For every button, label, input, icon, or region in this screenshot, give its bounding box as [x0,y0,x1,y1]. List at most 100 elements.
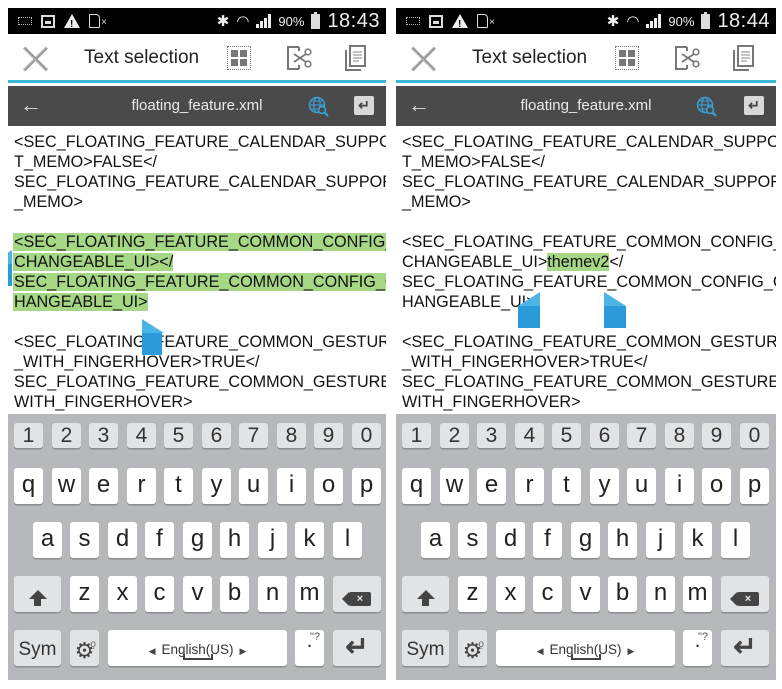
copy-icon[interactable] [344,44,368,72]
settings-voice-key[interactable]: ⚙ ··ǫ [70,630,99,666]
key-9[interactable]: 9 [702,423,731,448]
space-bar[interactable]: ◀ English(US) ▶ [108,630,287,666]
key-8[interactable]: 8 [665,423,694,448]
go-enter-icon[interactable]: ↵ [354,96,374,115]
close-icon[interactable] [410,46,436,72]
key-b[interactable]: b [220,576,249,612]
key-c[interactable]: c [533,576,562,612]
key-l[interactable]: l [333,522,362,558]
key-u[interactable]: u [239,468,268,504]
select-all-icon[interactable] [227,46,251,70]
key-w[interactable]: w [440,468,469,504]
key-e[interactable]: e [89,468,118,504]
key-0[interactable]: 0 [740,423,769,448]
go-enter-icon[interactable]: ↵ [744,96,764,115]
cut-icon[interactable] [286,45,312,71]
key-4[interactable]: 4 [127,423,156,448]
key-4[interactable]: 4 [515,423,544,448]
key-m[interactable]: m [683,576,712,612]
key-x[interactable]: x [108,576,137,612]
key-a[interactable]: a [33,522,62,558]
key-h[interactable]: h [608,522,637,558]
key-o[interactable]: o [702,468,731,504]
key-2[interactable]: 2 [440,423,469,448]
selection-end-handle[interactable] [142,319,164,355]
web-search-icon[interactable] [696,96,718,118]
key-q[interactable]: q [402,468,431,504]
selection-start-handle[interactable] [8,250,12,286]
key-1[interactable]: 1 [402,423,431,448]
key-u[interactable]: u [627,468,656,504]
key-m[interactable]: m [295,576,324,612]
key-3[interactable]: 3 [89,423,118,448]
key-n[interactable]: n [258,576,287,612]
xml-text-content[interactable]: <SEC_FLOATING_FEATURE_CALENDAR_SUPPOR T_… [8,126,386,414]
backspace-key[interactable]: × [721,576,769,612]
key-p[interactable]: p [352,468,381,504]
enter-key[interactable]: ↵ [721,630,769,666]
key-o[interactable]: o [314,468,343,504]
key-s[interactable]: s [458,522,487,558]
key-g[interactable]: g [183,522,212,558]
key-e[interactable]: e [477,468,506,504]
sym-key[interactable]: Sym [14,630,61,666]
key-i[interactable]: i [277,468,306,504]
key-v[interactable]: v [183,576,212,612]
key-g[interactable]: g [571,522,600,558]
key-k[interactable]: k [295,522,324,558]
key-c[interactable]: c [145,576,174,612]
key-s[interactable]: s [70,522,99,558]
selection-end-handle[interactable] [604,292,626,328]
web-search-icon[interactable] [308,96,330,118]
key-r[interactable]: r [515,468,544,504]
key-5[interactable]: 5 [164,423,193,448]
shift-key[interactable] [402,576,449,612]
key-a[interactable]: a [421,522,450,558]
selection-start-handle[interactable] [518,292,540,328]
key-6[interactable]: 6 [590,423,619,448]
key-b[interactable]: b [608,576,637,612]
key-9[interactable]: 9 [314,423,343,448]
key-z[interactable]: z [70,576,99,612]
key-1[interactable]: 1 [14,423,43,448]
key-3[interactable]: 3 [477,423,506,448]
key-j[interactable]: j [258,522,287,558]
key-j[interactable]: j [646,522,675,558]
backspace-key[interactable]: × [333,576,381,612]
key-y[interactable]: y [202,468,231,504]
key-f[interactable]: f [533,522,562,558]
key-0[interactable]: 0 [352,423,381,448]
enter-key[interactable]: ↵ [333,630,381,666]
xml-text-content[interactable]: <SEC_FLOATING_FEATURE_CALENDAR_SUPPOR T_… [396,126,776,414]
key-2[interactable]: 2 [52,423,81,448]
key-n[interactable]: n [646,576,675,612]
key-w[interactable]: w [52,468,81,504]
period-key[interactable]: "? . [295,630,324,666]
key-l[interactable]: l [721,522,750,558]
key-t[interactable]: t [552,468,581,504]
settings-voice-key[interactable]: ⚙ ··ǫ [458,630,487,666]
key-f[interactable]: f [145,522,174,558]
key-r[interactable]: r [127,468,156,504]
key-x[interactable]: x [496,576,525,612]
cut-icon[interactable] [674,45,700,71]
key-7[interactable]: 7 [627,423,656,448]
key-i[interactable]: i [665,468,694,504]
space-bar[interactable]: ◀ English(US) ▶ [496,630,675,666]
key-p[interactable]: p [740,468,769,504]
copy-icon[interactable] [732,44,756,72]
key-z[interactable]: z [458,576,487,612]
close-icon[interactable] [22,46,48,72]
key-y[interactable]: y [590,468,619,504]
period-key[interactable]: "? . [683,630,712,666]
key-h[interactable]: h [220,522,249,558]
shift-key[interactable] [14,576,61,612]
key-q[interactable]: q [14,468,43,504]
sym-key[interactable]: Sym [402,630,449,666]
key-k[interactable]: k [683,522,712,558]
key-d[interactable]: d [496,522,525,558]
select-all-icon[interactable] [615,46,639,70]
key-8[interactable]: 8 [277,423,306,448]
key-d[interactable]: d [108,522,137,558]
key-5[interactable]: 5 [552,423,581,448]
